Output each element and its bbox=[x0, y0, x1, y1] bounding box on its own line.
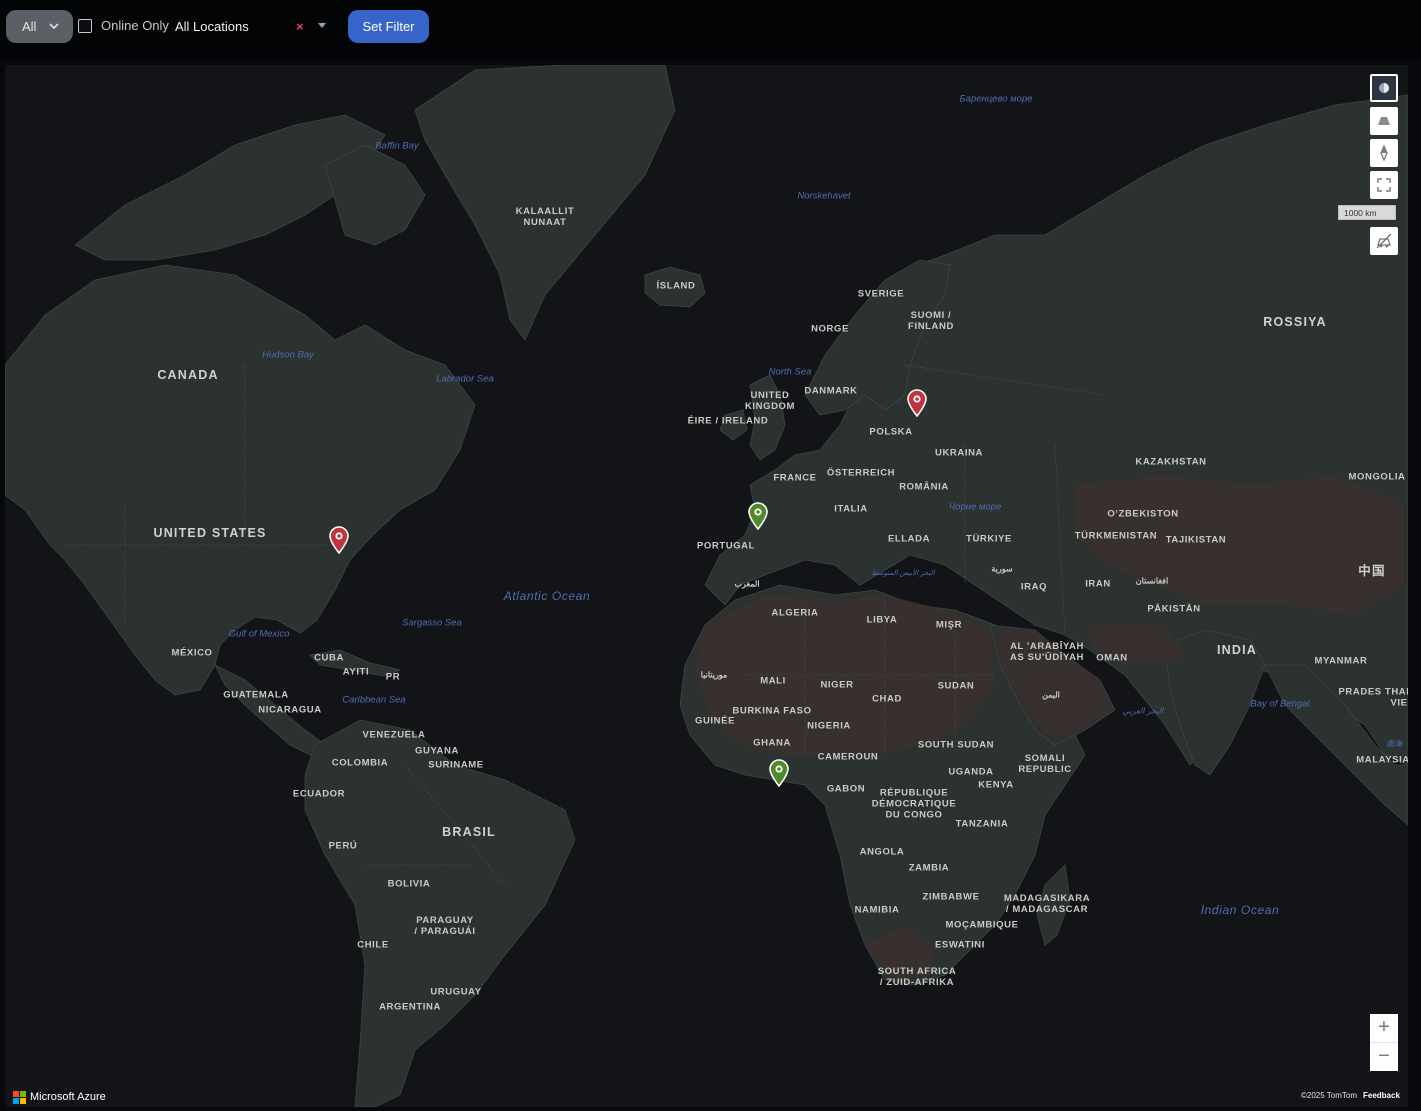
marker-gulf-guinea[interactable] bbox=[768, 759, 790, 787]
clear-location-icon[interactable]: × bbox=[296, 19, 304, 34]
feedback-link[interactable]: Feedback bbox=[1363, 1091, 1400, 1100]
view-filter-value: All bbox=[22, 19, 37, 34]
dropdown-arrow-icon[interactable] bbox=[318, 23, 326, 28]
traffic-off-icon bbox=[1376, 233, 1392, 249]
compass-icon bbox=[1380, 145, 1388, 161]
pitch-icon bbox=[1378, 117, 1390, 125]
online-only-checkbox[interactable] bbox=[78, 19, 92, 33]
zoom-in-button[interactable]: + bbox=[1370, 1014, 1398, 1042]
filter-toolbar: All Online Only All Locations × Set Filt… bbox=[0, 0, 1421, 60]
zoom-out-button[interactable]: − bbox=[1370, 1042, 1398, 1071]
style-picker-button[interactable] bbox=[1370, 74, 1398, 102]
brand-text: Microsoft Azure bbox=[30, 1091, 106, 1103]
copyright-attribution: ©2025 TomTom bbox=[1301, 1091, 1357, 1100]
map-basemap bbox=[5, 65, 1408, 1107]
fullscreen-button[interactable] bbox=[1370, 171, 1398, 199]
compass-button[interactable] bbox=[1370, 139, 1398, 167]
pitch-button[interactable] bbox=[1370, 107, 1398, 135]
location-select-value: All Locations bbox=[175, 19, 249, 34]
fullscreen-icon bbox=[1377, 178, 1391, 192]
marker-spain[interactable] bbox=[747, 502, 769, 530]
view-filter-dropdown[interactable]: All bbox=[6, 10, 73, 43]
set-filter-button[interactable]: Set Filter bbox=[348, 10, 429, 43]
marker-poland[interactable] bbox=[906, 389, 928, 417]
scale-bar: 1000 km bbox=[1338, 205, 1396, 220]
microsoft-azure-logo: Microsoft Azure bbox=[13, 1090, 106, 1104]
world-map[interactable]: Baffin Bay Баренцево море Norskehavet Hu… bbox=[5, 65, 1408, 1107]
marker-east-us[interactable] bbox=[328, 526, 350, 554]
online-only-label: Online Only bbox=[101, 18, 169, 33]
traffic-toggle-button[interactable] bbox=[1370, 227, 1398, 255]
map-style-icon bbox=[1379, 83, 1389, 93]
location-select[interactable]: All Locations × bbox=[167, 13, 337, 40]
microsoft-logo-icon bbox=[13, 1090, 26, 1104]
chevron-down-icon bbox=[49, 23, 59, 30]
